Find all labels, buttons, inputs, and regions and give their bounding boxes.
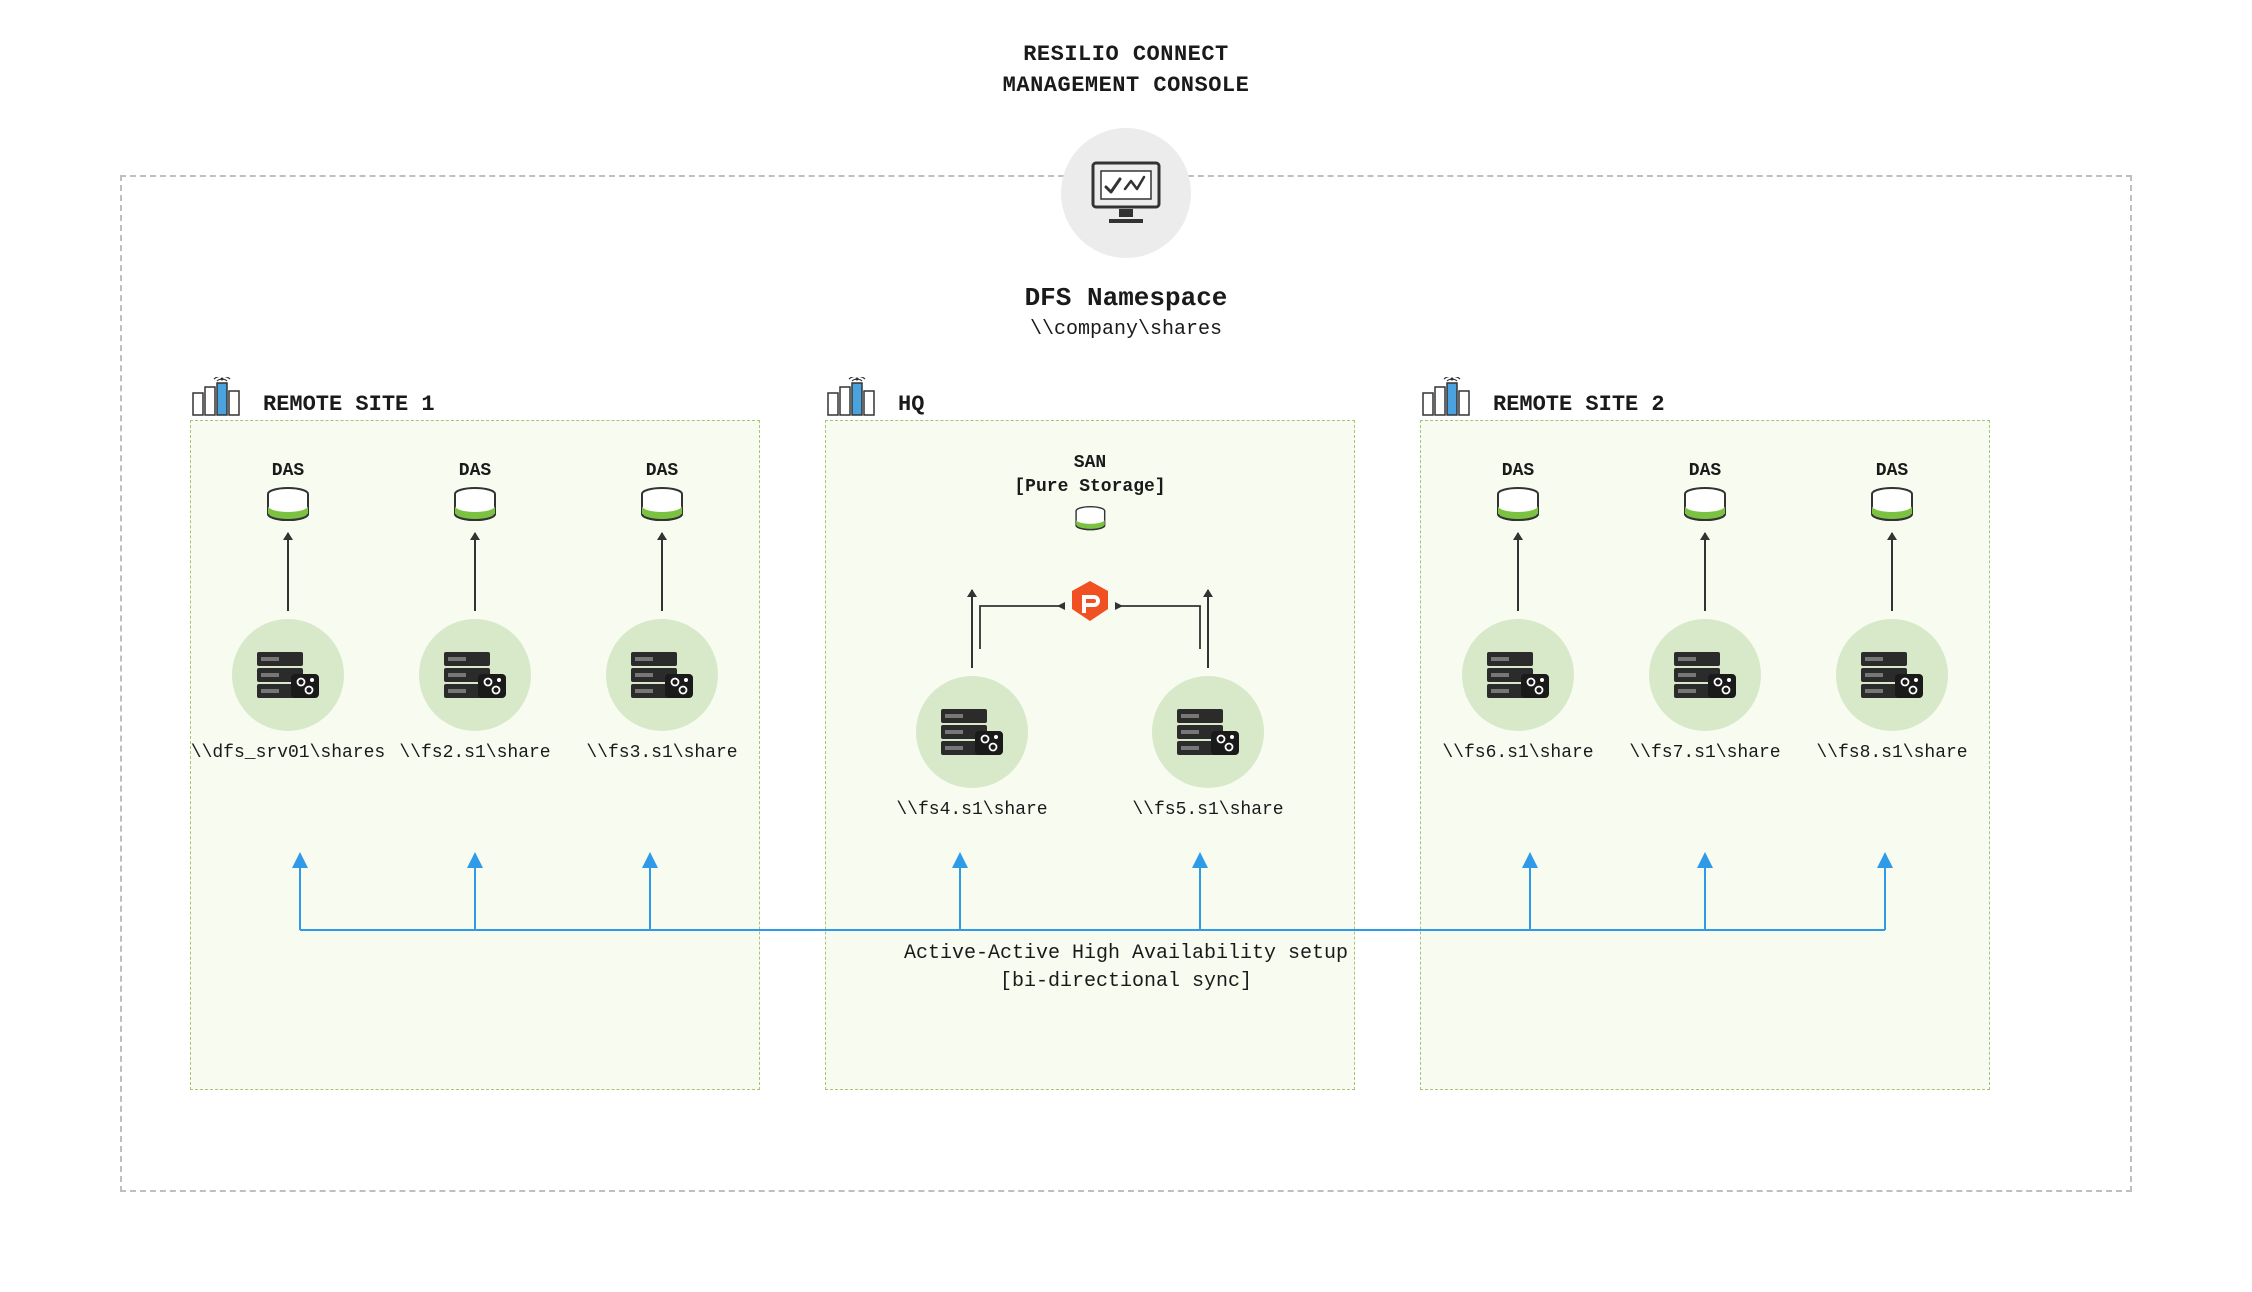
das-label: DAS xyxy=(459,461,491,481)
das-label: DAS xyxy=(1876,461,1908,481)
site-hq-label: HQ xyxy=(826,377,924,417)
share-path: \\fs2.s1\share xyxy=(399,743,550,763)
site-hq-text: HQ xyxy=(898,392,924,417)
share-path: \\fs8.s1\share xyxy=(1816,743,1967,763)
arrow-up-icon xyxy=(1704,533,1706,611)
server-circle xyxy=(419,619,531,731)
dfs-namespace-block: DFS Namespace \\company\shares xyxy=(1025,280,1228,344)
server-circle xyxy=(1649,619,1761,731)
das-label: DAS xyxy=(646,461,678,481)
site-remote-1: REMOTE SITE 1 DAS \\dfs_srv01\shares DAS… xyxy=(190,420,760,1090)
console-title-line1: RESILIO CONNECT xyxy=(1003,40,1250,71)
arrow-up-icon xyxy=(1891,533,1893,611)
server-node: DAS \\fs8.s1\share xyxy=(1802,461,1982,763)
site-remote-2: REMOTE SITE 2 DAS \\fs6.s1\share DAS \\f… xyxy=(1420,420,1990,1090)
server-circle xyxy=(1836,619,1948,731)
disk-icon xyxy=(1495,487,1541,529)
site-remote-2-text: REMOTE SITE 2 xyxy=(1493,392,1665,417)
share-path: \\dfs_srv01\shares xyxy=(191,743,385,763)
san-line1: SAN xyxy=(1014,451,1165,475)
das-label: DAS xyxy=(1689,461,1721,481)
server-circle xyxy=(606,619,718,731)
server-icon xyxy=(1177,709,1239,755)
arrow-up-icon xyxy=(1517,533,1519,611)
site-remote-1-text: REMOTE SITE 1 xyxy=(263,392,435,417)
dfs-namespace-title: DFS Namespace xyxy=(1025,280,1228,316)
share-path: \\fs5.s1\share xyxy=(1132,800,1283,820)
server-node: DAS \\fs2.s1\share xyxy=(385,461,565,763)
disk-icon xyxy=(265,487,311,529)
site-remote-2-label: REMOTE SITE 2 xyxy=(1421,377,1665,417)
arrow-up-icon xyxy=(661,533,663,611)
share-path: \\fs4.s1\share xyxy=(896,800,1047,820)
site-remote-1-label: REMOTE SITE 1 xyxy=(191,377,435,417)
server-node: DAS \\fs6.s1\share xyxy=(1428,461,1608,763)
disk-icon xyxy=(1682,487,1728,529)
server-circle xyxy=(916,676,1028,788)
console-title-line2: MANAGEMENT CONSOLE xyxy=(1003,71,1250,102)
san-line2: [Pure Storage] xyxy=(1014,475,1165,499)
server-node: DAS \\fs7.s1\share xyxy=(1615,461,1795,763)
server-circle xyxy=(1462,619,1574,731)
server-circle xyxy=(1152,676,1264,788)
arrow-up-icon xyxy=(971,590,973,668)
city-icon xyxy=(826,377,886,417)
das-label: DAS xyxy=(272,461,304,481)
sync-caption: Active-Active High Availability setup [b… xyxy=(904,940,1348,996)
disk-icon xyxy=(1869,487,1915,529)
console-title: RESILIO CONNECT MANAGEMENT CONSOLE xyxy=(1003,40,1250,102)
console-icon xyxy=(1061,128,1191,258)
server-icon xyxy=(1674,652,1736,698)
san-block: SAN [Pure Storage] xyxy=(1014,451,1165,544)
dfs-namespace-path: \\company\shares xyxy=(1025,316,1228,344)
server-node: DAS \\dfs_srv01\shares xyxy=(198,461,378,763)
disk-icon xyxy=(1073,506,1107,536)
server-circle xyxy=(232,619,344,731)
city-icon xyxy=(1421,377,1481,417)
disk-icon xyxy=(639,487,685,529)
server-icon xyxy=(444,652,506,698)
share-path: \\fs7.s1\share xyxy=(1629,743,1780,763)
server-icon xyxy=(257,652,319,698)
sync-caption-line1: Active-Active High Availability setup xyxy=(904,940,1348,968)
das-label: DAS xyxy=(1502,461,1534,481)
arrow-up-icon xyxy=(287,533,289,611)
server-node: \\fs4.s1\share xyxy=(882,586,1062,820)
share-path: \\fs6.s1\share xyxy=(1442,743,1593,763)
server-node: DAS \\fs3.s1\share xyxy=(572,461,752,763)
arrow-up-icon xyxy=(1207,590,1209,668)
server-icon xyxy=(631,652,693,698)
disk-icon xyxy=(452,487,498,529)
arrow-up-icon xyxy=(474,533,476,611)
city-icon xyxy=(191,377,251,417)
server-icon xyxy=(1861,652,1923,698)
server-icon xyxy=(1487,652,1549,698)
share-path: \\fs3.s1\share xyxy=(586,743,737,763)
server-icon xyxy=(941,709,1003,755)
sync-caption-line2: [bi-directional sync] xyxy=(904,968,1348,996)
server-node: \\fs5.s1\share xyxy=(1118,586,1298,820)
